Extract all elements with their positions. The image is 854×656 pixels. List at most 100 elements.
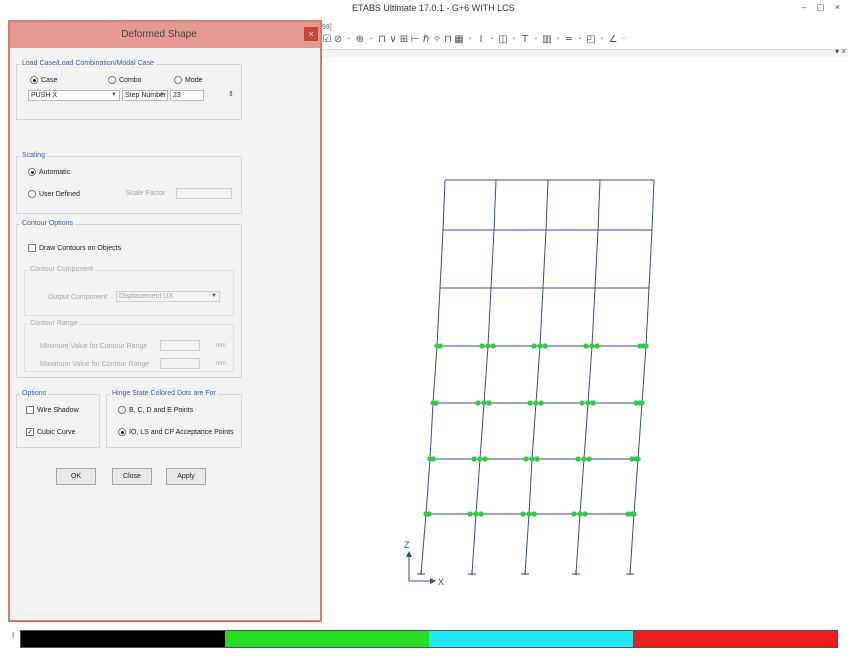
step-spinner-icon[interactable]: ⇕ (228, 90, 234, 98)
toolbar-icon[interactable]: ∨ (388, 33, 398, 47)
column-line (545, 179, 549, 231)
toolbar-icon[interactable]: ⊕ (355, 33, 365, 47)
fixed-support-icon (468, 570, 476, 575)
apply-button[interactable]: Apply (166, 468, 206, 485)
toolbar: ☑ ⊘ · ⊕ · ⊓ ∨ ⊞ ⊢ ℏ ✧ ⊓ ▦ · I · ◫ · T · ▥ · ═ · ◰ · ∠ · (320, 32, 850, 48)
dialog-title-bar[interactable]: Deformed Shape × (10, 22, 320, 48)
legend-marker: I (12, 631, 15, 640)
app-title: ETABS Ultimate 17.0.1 - G+6 WITH LCS (352, 3, 515, 13)
toolbar-icon[interactable]: ∠ (608, 33, 618, 47)
combo-radio-dot (108, 76, 116, 84)
hinge-dot (478, 511, 484, 517)
column-line (442, 179, 446, 231)
toolbar-icon[interactable]: · (509, 33, 519, 47)
close-button[interactable]: Close (112, 468, 152, 485)
hinge-dot (586, 456, 592, 462)
min-unit-label: mm (216, 343, 226, 349)
scaling-group-label: Scaling (20, 152, 47, 159)
x-axis-label: X (438, 577, 444, 587)
view-close-icon[interactable]: ▾ × (835, 47, 846, 56)
minimize-button[interactable]: – (801, 2, 806, 13)
dialog-close-icon[interactable]: × (304, 27, 318, 41)
toolbar-icon[interactable]: · (344, 33, 354, 47)
deformed-frame-drawing: Z X (404, 179, 655, 587)
column-line (531, 402, 537, 460)
supports (417, 570, 634, 575)
hinge-dot (590, 400, 596, 406)
hinge-dot (585, 400, 591, 406)
combo-radio[interactable]: Combo (108, 76, 142, 84)
toolbar-icon[interactable]: ◰ (586, 33, 596, 47)
toolbar-icon[interactable]: · (575, 33, 585, 47)
column-line (471, 513, 477, 575)
hinge-dot (531, 511, 537, 517)
hinge-dot (643, 343, 649, 349)
toolbar-icon[interactable]: · (487, 33, 497, 47)
toolbar-icon[interactable]: ☑ (322, 33, 332, 47)
restore-button[interactable]: ▢ (816, 2, 825, 13)
hinge-dot (423, 511, 429, 517)
column-line (493, 179, 497, 231)
toolbar-icon[interactable]: T (520, 33, 530, 47)
toolbar-icon[interactable]: ⊘ (333, 33, 343, 47)
scale-factor-input[interactable] (176, 188, 232, 199)
hinge-dot (589, 343, 595, 349)
legend-color-swatch (633, 631, 837, 647)
hinge-dot (639, 400, 645, 406)
toolbar-icon[interactable]: ℏ (421, 33, 431, 47)
hinge-state-group (106, 394, 242, 448)
toolbar-icon[interactable]: · (366, 33, 376, 47)
model-view[interactable]: Z X (320, 58, 848, 623)
max-contour-input[interactable] (160, 358, 200, 369)
close-window-button[interactable]: × (835, 2, 840, 13)
toolbar-icon[interactable]: · (619, 33, 629, 47)
toolbar-icon[interactable]: · (531, 33, 541, 47)
toolbar-icon[interactable]: ▦ (454, 33, 464, 47)
step-type-select[interactable]: Step Number ▼ (122, 90, 168, 101)
toolbar-icon[interactable]: I (476, 33, 486, 47)
column-line (542, 229, 547, 289)
toolbar-icon[interactable]: · (553, 33, 563, 47)
wire-shadow-checkbox[interactable]: Wire Shadow (26, 406, 79, 414)
chevron-down-icon: ▼ (111, 92, 117, 98)
toolbar-icon[interactable]: ⊞ (399, 33, 409, 47)
load-case-group-label: Load Case/Load Combination/Modal Case (20, 60, 156, 67)
output-component-label: Output Component (48, 294, 108, 301)
min-contour-input[interactable] (160, 340, 200, 351)
hinge-dot (537, 343, 543, 349)
toolbar-icon[interactable]: ▥ (542, 33, 552, 47)
x-arrow-icon (430, 578, 436, 584)
toolbar-icon[interactable]: ✧ (432, 33, 442, 47)
acceptance-points-radio[interactable]: IO, LS and CP Acceptance Points (118, 428, 234, 436)
case-select[interactable]: PUSH X ▼ (28, 90, 120, 101)
hinge-dot (582, 511, 588, 517)
cubic-curve-checkbox[interactable]: ✓ Cubic Curve (26, 428, 76, 436)
toolbar-icon[interactable]: · (465, 33, 475, 47)
hinge-dot (485, 343, 491, 349)
draw-contours-checkbox[interactable]: Draw Contours on Objects (28, 244, 121, 252)
hinge-dots (423, 343, 649, 517)
toolbar-icon[interactable]: ⊓ (443, 33, 453, 47)
step-number-input[interactable]: 23 (170, 90, 204, 101)
toolbar-icon[interactable]: · (597, 33, 607, 47)
toolbar-icon[interactable]: ═ (564, 33, 574, 47)
hinge-dot (571, 511, 577, 517)
case-radio[interactable]: Case (30, 76, 57, 84)
column-line (575, 513, 581, 575)
bcde-points-radio[interactable]: B, C, D and E Points (118, 406, 193, 414)
acceptance-radio-dot (118, 428, 126, 436)
toolbar-icon[interactable]: ◫ (498, 33, 508, 47)
mode-radio[interactable]: Mode (174, 76, 203, 84)
user-defined-radio-dot (28, 190, 36, 198)
hinge-dot (477, 456, 483, 462)
column-line (583, 402, 589, 460)
min-contour-label: Minimum Value for Contour Range (40, 343, 148, 350)
ok-button[interactable]: OK (56, 468, 96, 485)
output-component-select[interactable]: Displacement UX ▼ (116, 291, 220, 302)
toolbar-icon[interactable]: ⊓ (377, 33, 387, 47)
toolbar-icon[interactable]: ⊢ (410, 33, 420, 47)
column-line (648, 229, 653, 289)
automatic-radio[interactable]: Automatic (28, 168, 70, 176)
hinge-dot (520, 511, 526, 517)
user-defined-radio[interactable]: User Defined (28, 190, 80, 198)
